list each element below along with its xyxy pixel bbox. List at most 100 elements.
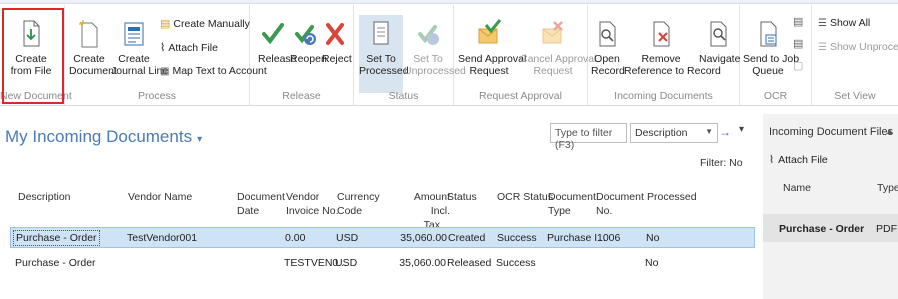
- col-header-currency-code-text-1: Currency: [337, 191, 380, 203]
- paperclip-icon: ⌇: [769, 154, 775, 166]
- cell-document-no[interactable]: 1006: [597, 232, 620, 244]
- cell-vendor-invoice-no[interactable]: 0.00: [285, 232, 305, 244]
- unprocessed-icon: [418, 25, 439, 45]
- cancel-approval-label-2: Request: [533, 65, 573, 77]
- show-all-button[interactable]: ☰ Show All: [818, 17, 870, 29]
- col-header-ocr-status[interactable]: OCR Status: [497, 190, 553, 204]
- cell-ocr-status[interactable]: Success: [497, 232, 537, 244]
- col-header-ocr-status-text: OCR Status: [497, 191, 554, 203]
- group-release: Release Reopen Reject Release: [250, 5, 354, 105]
- col-header-processed[interactable]: Processed: [647, 190, 697, 204]
- col-header-status-text: Status: [447, 191, 477, 203]
- col-header-document-date-text-1: Document: [237, 191, 285, 203]
- col-header-document-type[interactable]: Document Type: [548, 190, 596, 218]
- document-search-icon: [599, 21, 616, 47]
- remove-reference-button[interactable]: Remove Reference to Record: [624, 19, 721, 77]
- send-to-job-queue-button[interactable]: Send to Job Queue: [743, 19, 799, 77]
- table-row[interactable]: Purchase - Order TestVendor001 0.00 USD …: [10, 227, 755, 248]
- cell-ocr-status[interactable]: Success: [496, 257, 536, 269]
- cell-vendor-name[interactable]: TestVendor001: [127, 232, 197, 244]
- set-to-processed-button[interactable]: Set To Processed: [359, 15, 409, 93]
- release-button[interactable]: Release: [258, 19, 297, 65]
- factbox-col-header-type[interactable]: Type: [877, 182, 898, 194]
- group-label-status: Status: [388, 90, 419, 102]
- send-approval-request-button[interactable]: Send Approval Request: [458, 19, 526, 77]
- col-header-currency-code[interactable]: Currency Code: [337, 190, 380, 218]
- col-header-amount[interactable]: Amount Incl. Tax: [392, 190, 450, 232]
- checkmark-icon: [262, 23, 284, 45]
- page-title-text: My Incoming Documents: [5, 127, 193, 146]
- cell-status[interactable]: Created: [448, 232, 485, 244]
- cell-amount[interactable]: 35,060.00: [391, 232, 447, 244]
- filter-input[interactable]: Type to filter (F3): [550, 123, 627, 151]
- job-queue-icon: [760, 21, 777, 47]
- col-header-document-date[interactable]: Document Date: [237, 190, 285, 218]
- cancel-approval-icon: [542, 21, 563, 44]
- ocr-small-icon-2[interactable]: ▤: [793, 37, 803, 50]
- cancel-approval-request-button[interactable]: Cancel Approval Request: [520, 19, 596, 77]
- col-header-status[interactable]: Status: [447, 190, 477, 204]
- col-header-vendor-name-text: Vendor Name: [128, 191, 193, 203]
- show-all-label: Show All: [829, 17, 871, 29]
- collapse-up-icon[interactable]: ▲: [885, 126, 894, 136]
- factbox-title: Incoming Document Files: [769, 126, 894, 138]
- cell-description[interactable]: Purchase - Order: [13, 230, 100, 246]
- reject-button[interactable]: Reject: [322, 19, 352, 65]
- list-icon: ☰: [818, 17, 827, 29]
- new-document-icon: [79, 20, 98, 48]
- col-header-description-text: Description: [18, 191, 71, 203]
- cell-processed[interactable]: No: [646, 232, 659, 244]
- create-manually-button[interactable]: ▤ Create Manually: [160, 17, 250, 31]
- group-incoming-documents: Open Record Remove Reference to Record N…: [588, 5, 740, 105]
- apply-filter-arrow-icon[interactable]: →: [717, 123, 733, 143]
- create-document-label-1: Create: [73, 53, 105, 65]
- create-document-button[interactable]: Create Document: [69, 19, 117, 77]
- attach-file-button[interactable]: ⌇ Attach File: [160, 41, 218, 55]
- factbox-attach-file-button[interactable]: ⌇ Attach File: [769, 154, 828, 166]
- create-document-label-2: Document: [69, 65, 117, 77]
- col-header-document-no[interactable]: Document No.: [596, 190, 644, 218]
- factbox-file-row[interactable]: Purchase - Order PDF: [763, 214, 898, 242]
- set-to-unprocessed-button[interactable]: Set To Unprocessed: [404, 19, 466, 77]
- ocr-small-icon-3[interactable]: ▢: [793, 59, 803, 72]
- cell-currency-code[interactable]: USD: [336, 232, 358, 244]
- cell-amount[interactable]: 35,060.00: [390, 257, 446, 269]
- cell-description-text: Purchase - Order: [13, 230, 100, 246]
- cell-status[interactable]: Released: [447, 257, 491, 269]
- chevron-down-icon[interactable]: ▾: [197, 134, 202, 145]
- factbox-col-header-name[interactable]: Name: [783, 182, 811, 194]
- cell-description[interactable]: Purchase - Order: [15, 257, 96, 269]
- col-header-document-type-text-2: Type: [548, 205, 571, 217]
- table-row[interactable]: Purchase - Order TESTVEN0... USD 35,060.…: [10, 253, 755, 274]
- reopen-button[interactable]: Reopen: [290, 19, 327, 65]
- set-to-unprocessed-label-1: Set To: [413, 53, 443, 65]
- journal-icon: [124, 22, 144, 46]
- show-unprocessed-button[interactable]: ☰ Show Unprocessed: [818, 41, 898, 53]
- col-header-document-date-text-2: Date: [237, 205, 260, 217]
- group-label-ocr: OCR: [763, 90, 788, 102]
- navigate-label: Navigate: [699, 53, 741, 65]
- paperclip-icon: ⌇: [160, 42, 166, 54]
- reject-label: Reject: [322, 53, 352, 65]
- col-header-vendor-name[interactable]: Vendor Name: [128, 190, 192, 204]
- navigate-button[interactable]: Navigate: [699, 19, 741, 65]
- ocr-small-icon-1[interactable]: ▤: [793, 15, 803, 28]
- page-title[interactable]: My Incoming Documents ▾: [5, 127, 202, 147]
- show-unprocessed-label: Show Unprocessed: [829, 41, 898, 53]
- col-header-vendor-invoice-no[interactable]: Vendor Invoice No.: [286, 190, 339, 218]
- document-edit-icon: ▤: [160, 18, 171, 30]
- col-header-description[interactable]: Description: [18, 190, 71, 204]
- group-set-view: ☰ Show All ☰ Show Unprocessed Set View: [812, 5, 898, 105]
- open-record-button[interactable]: Open Record: [591, 19, 625, 77]
- filter-field-value: Description: [635, 127, 688, 139]
- group-label-release: Release: [282, 90, 321, 102]
- collapse-chevron-icon[interactable]: ▾: [739, 124, 744, 135]
- cell-processed[interactable]: No: [645, 257, 658, 269]
- cell-currency-code[interactable]: USD: [335, 257, 357, 269]
- col-header-vendor-invoice-no-text-2: Invoice No.: [286, 205, 339, 217]
- filter-field-select[interactable]: Description ▼: [630, 123, 718, 143]
- create-journal-line-button[interactable]: Create Journal Line: [111, 19, 168, 77]
- cancel-approval-label-1: Cancel Approval: [520, 53, 597, 65]
- filter-status: Filter: No: [700, 157, 743, 169]
- factbox-file-type: PDF: [876, 223, 897, 235]
